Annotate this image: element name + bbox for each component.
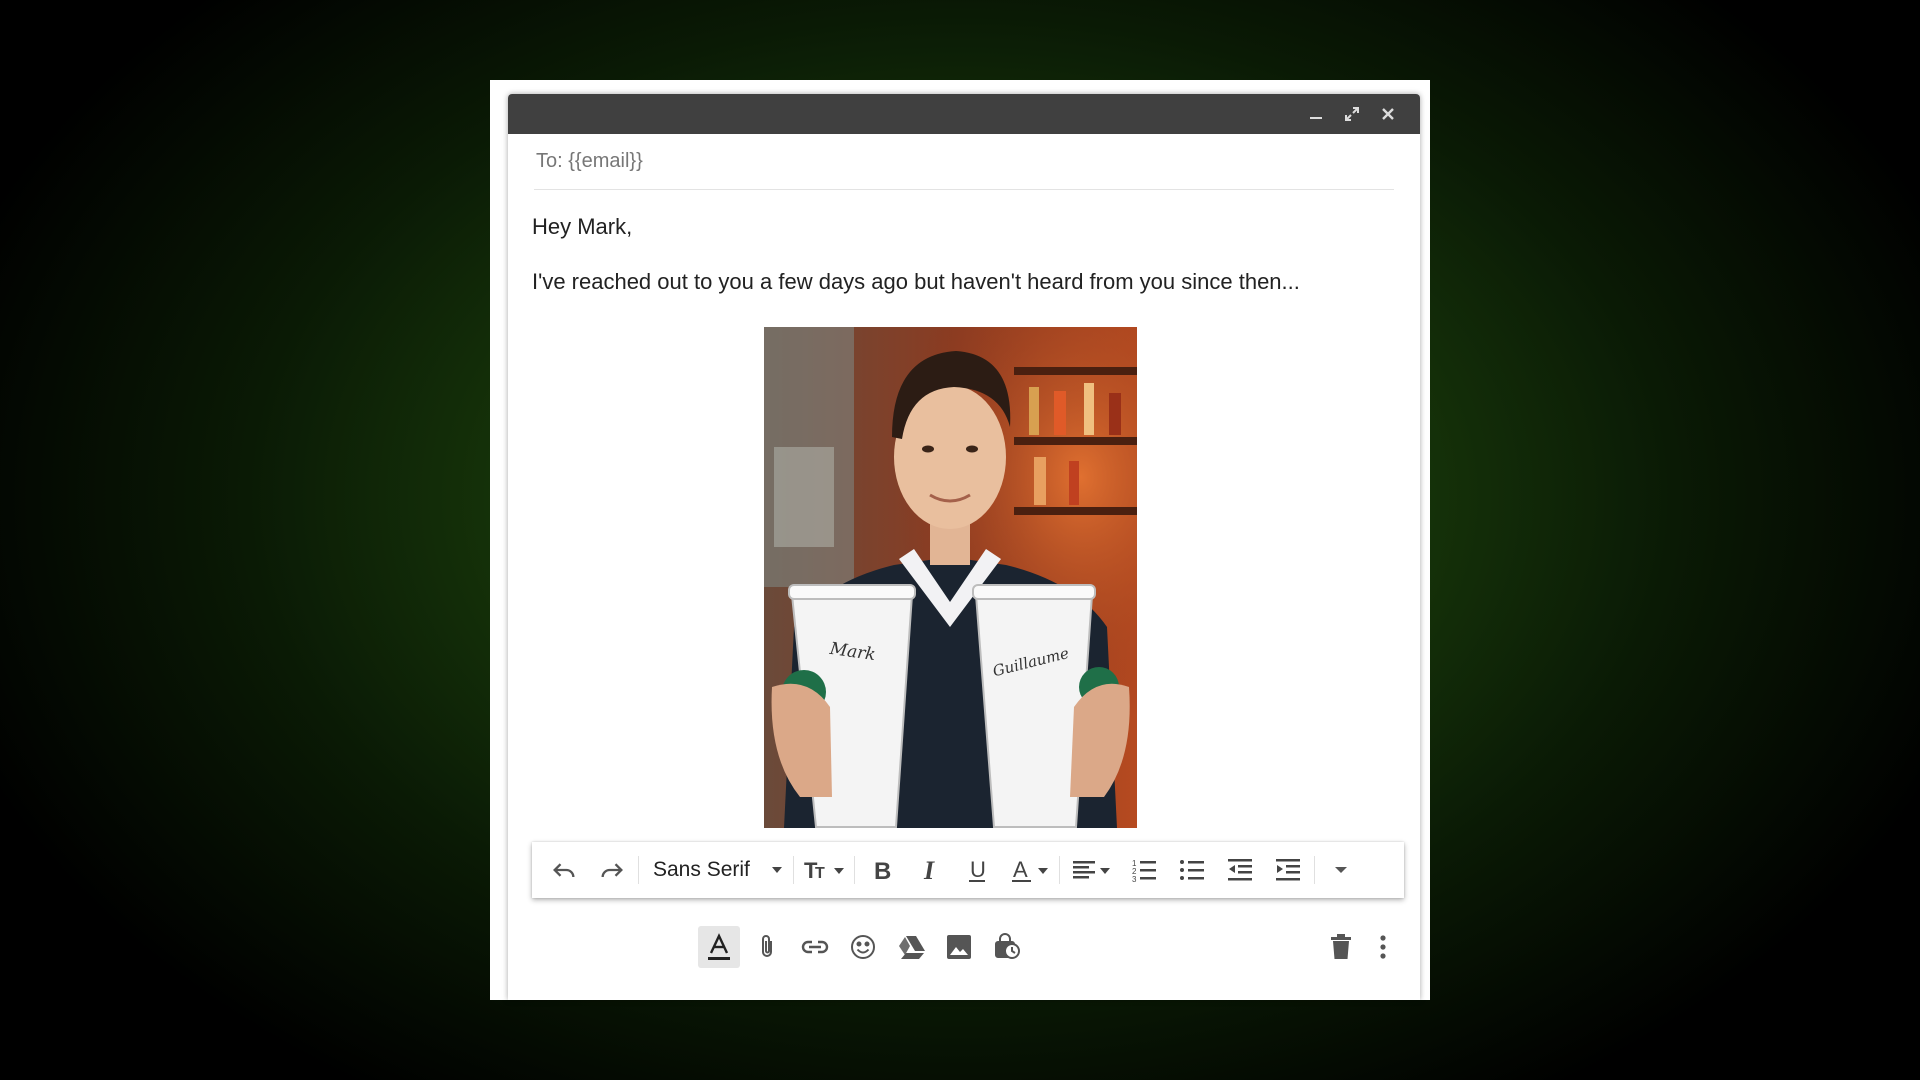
- compose-titlebar: [508, 94, 1420, 134]
- link-icon[interactable]: [794, 926, 836, 968]
- more-options-icon[interactable]: [1362, 926, 1404, 968]
- indent-less-icon[interactable]: [1216, 850, 1264, 890]
- greeting-text: Hey Mark,: [532, 214, 633, 239]
- paragraph-text: I've reached out to you a few days ago b…: [532, 269, 1300, 294]
- svg-text:T: T: [815, 865, 825, 882]
- delete-icon[interactable]: [1320, 926, 1362, 968]
- italic-icon[interactable]: I: [905, 850, 953, 890]
- chevron-down-icon: [772, 867, 782, 873]
- more-formatting-icon[interactable]: [1317, 850, 1365, 890]
- minimize-icon[interactable]: [1298, 96, 1334, 132]
- toolbar-separator: [1059, 856, 1060, 884]
- close-icon[interactable]: [1370, 96, 1406, 132]
- to-field-text: To: {{email}}: [536, 150, 643, 172]
- toolbar-separator: [854, 856, 855, 884]
- photo-icon[interactable]: [938, 926, 980, 968]
- indent-more-icon[interactable]: [1264, 850, 1312, 890]
- svg-text:A: A: [1013, 857, 1028, 882]
- underline-icon[interactable]: U: [953, 850, 1001, 890]
- bulleted-list-icon[interactable]: [1168, 850, 1216, 890]
- inline-photo[interactable]: Mark Guillaume: [764, 327, 1137, 828]
- emoji-icon[interactable]: [842, 926, 884, 968]
- confidential-icon[interactable]: [986, 926, 1028, 968]
- expand-icon[interactable]: [1334, 96, 1370, 132]
- svg-text:3: 3: [1132, 875, 1137, 884]
- compose-bottom-bar: [508, 916, 1420, 976]
- bold-icon[interactable]: B: [857, 850, 905, 890]
- toolbar-separator: [1314, 856, 1315, 884]
- svg-text:I: I: [923, 856, 935, 884]
- undo-icon[interactable]: [540, 850, 588, 890]
- toolbar-separator: [793, 856, 794, 884]
- redo-icon[interactable]: [588, 850, 636, 890]
- formatting-options-icon[interactable]: [698, 926, 740, 968]
- text-color-icon[interactable]: A: [1001, 850, 1057, 890]
- drive-icon[interactable]: [890, 926, 932, 968]
- font-select[interactable]: Sans Serif: [641, 850, 791, 890]
- text-size-icon[interactable]: TT: [796, 850, 852, 890]
- video-frame: To: {{email}} Hey Mark, I've reached out…: [490, 80, 1430, 1000]
- align-icon[interactable]: [1062, 850, 1120, 890]
- to-field[interactable]: To: {{email}}: [534, 134, 1394, 190]
- message-body[interactable]: Hey Mark, I've reached out to you a few …: [532, 212, 1396, 297]
- numbered-list-icon[interactable]: 123: [1120, 850, 1168, 890]
- attach-icon[interactable]: [746, 926, 788, 968]
- formatting-toolbar: Sans Serif TT B I U A 1 2 3: [532, 842, 1404, 898]
- compose-window: To: {{email}} Hey Mark, I've reached out…: [508, 94, 1420, 1000]
- svg-text:U: U: [970, 857, 986, 882]
- font-select-label: Sans Serif: [653, 858, 750, 881]
- svg-text:B: B: [874, 858, 891, 884]
- toolbar-separator: [638, 856, 639, 884]
